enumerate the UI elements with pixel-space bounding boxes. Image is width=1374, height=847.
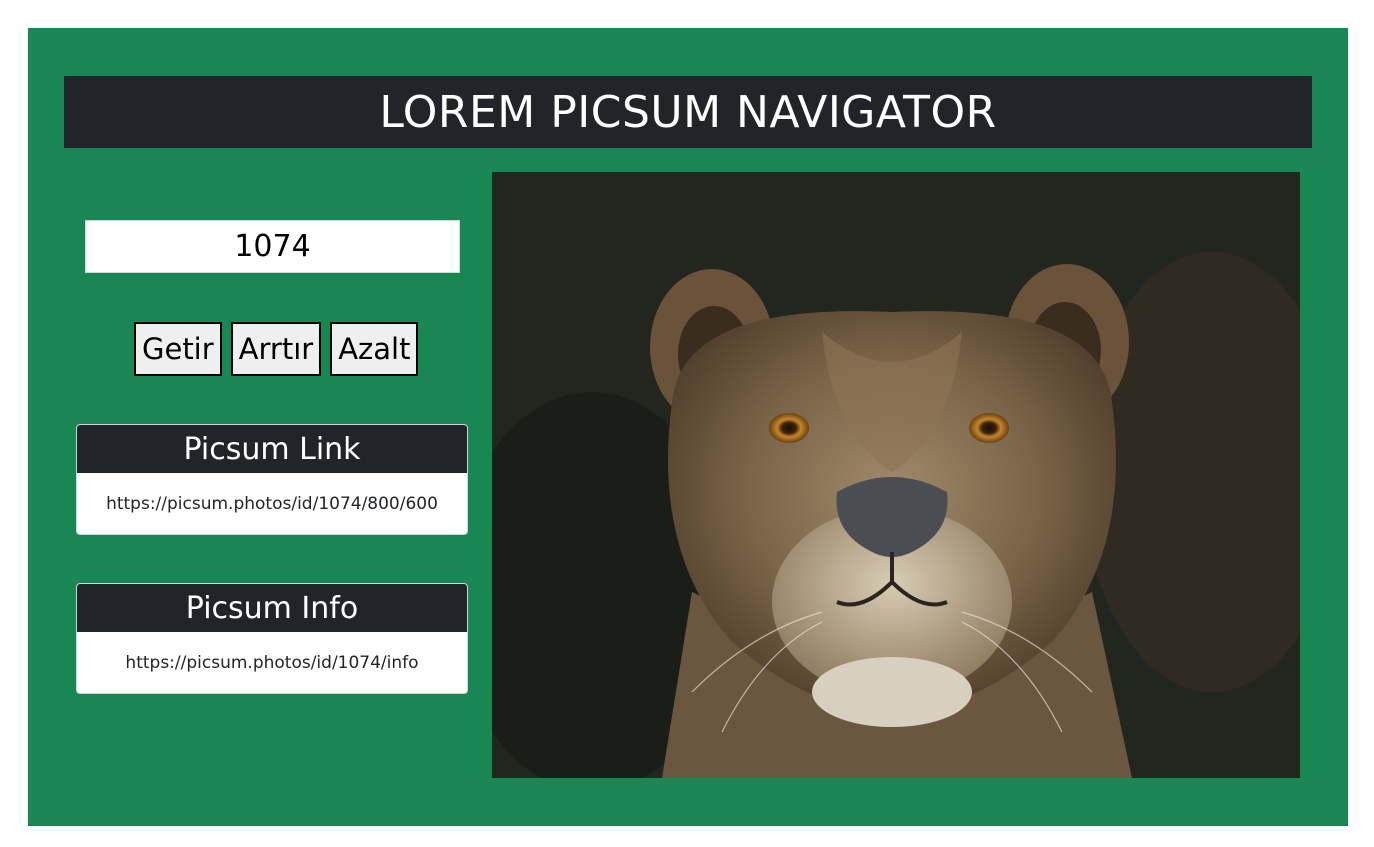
picsum-link-url: https://picsum.photos/id/1074/800/600 [106,493,438,514]
main-panel: LOREM PICSUM NAVIGATOR Getir Arrtır Azal… [28,28,1348,826]
picsum-info-title: Picsum Info [77,584,467,632]
picsum-link-title: Picsum Link [77,425,467,473]
picsum-info-card: Picsum Info https://picsum.photos/id/107… [76,583,468,694]
fetch-button[interactable]: Getir [134,322,222,376]
picsum-info-url: https://picsum.photos/id/1074/info [125,652,419,673]
page-title: LOREM PICSUM NAVIGATOR [64,76,1312,148]
lioness-photo [492,172,1300,778]
button-row: Getir Arrtır Azalt [134,322,419,376]
decrease-button[interactable]: Azalt [330,322,419,376]
picsum-link-card: Picsum Link https://picsum.photos/id/107… [76,424,468,535]
picsum-image [492,172,1300,778]
increase-button[interactable]: Arrtır [230,322,322,376]
image-id-input[interactable] [85,220,460,273]
